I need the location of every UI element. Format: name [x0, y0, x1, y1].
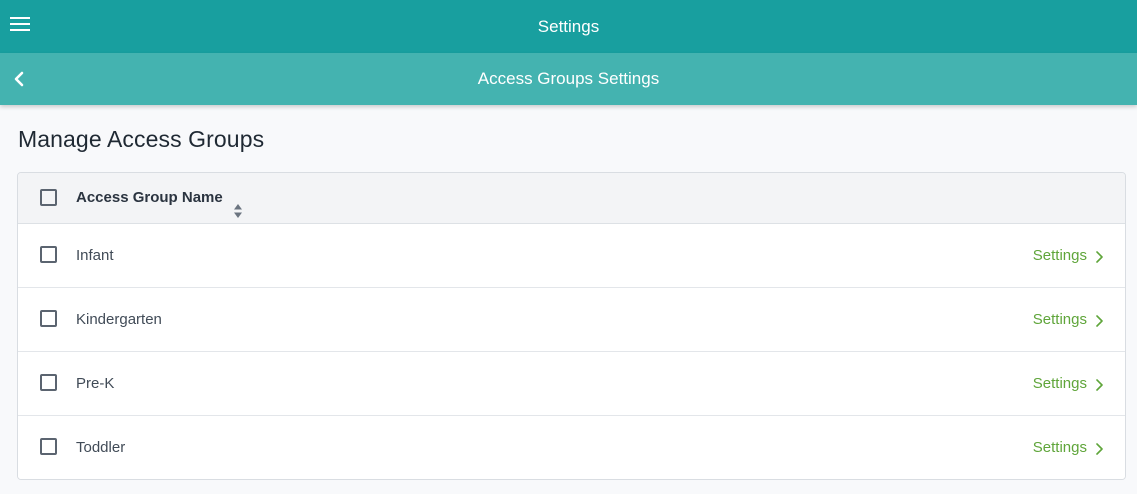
- settings-link-label: Settings: [1032, 439, 1087, 456]
- app-header: Settings: [0, 0, 1137, 53]
- chevron-right-icon: [1095, 442, 1103, 455]
- settings-link[interactable]: Settings: [1033, 288, 1103, 351]
- row-checkbox[interactable]: [40, 438, 57, 455]
- table-header: Access Group Name: [18, 173, 1125, 224]
- settings-link-label: Settings: [1032, 375, 1087, 392]
- access-group-name: Kindergarten: [76, 311, 162, 328]
- chevron-right-icon: [1095, 314, 1103, 327]
- chevron-right-icon: [1095, 250, 1103, 263]
- settings-link[interactable]: Settings: [1033, 224, 1103, 287]
- page-subtitle: Access Groups Settings: [477, 69, 660, 88]
- access-group-name: Pre-K: [76, 375, 115, 392]
- column-header-access-group-name[interactable]: Access Group Name: [76, 173, 243, 223]
- row-checkbox[interactable]: [40, 374, 57, 391]
- column-header-label: Access Group Name: [76, 189, 223, 206]
- settings-link-label: Settings: [1032, 247, 1087, 264]
- settings-link[interactable]: Settings: [1033, 416, 1103, 479]
- settings-link[interactable]: Settings: [1033, 352, 1103, 415]
- table-row: Kindergarten Settings: [18, 288, 1125, 352]
- settings-link-label: Settings: [1032, 311, 1087, 328]
- page-title: Manage Access Groups: [18, 126, 265, 152]
- select-all-checkbox[interactable]: [40, 189, 57, 206]
- row-checkbox[interactable]: [40, 246, 57, 263]
- access-groups-table: Access Group Name Infant Settings Kinder…: [17, 172, 1126, 480]
- chevron-right-icon: [1095, 378, 1103, 391]
- table-row: Infant Settings: [18, 224, 1125, 288]
- row-checkbox[interactable]: [40, 310, 57, 327]
- table-row: Toddler Settings: [18, 416, 1125, 479]
- sort-updown-icon[interactable]: [233, 190, 243, 218]
- access-group-name: Toddler: [76, 439, 126, 456]
- sub-header: Access Groups Settings: [0, 53, 1137, 105]
- access-group-name: Infant: [76, 247, 114, 264]
- app-title: Settings: [537, 17, 600, 36]
- table-row: Pre-K Settings: [18, 352, 1125, 416]
